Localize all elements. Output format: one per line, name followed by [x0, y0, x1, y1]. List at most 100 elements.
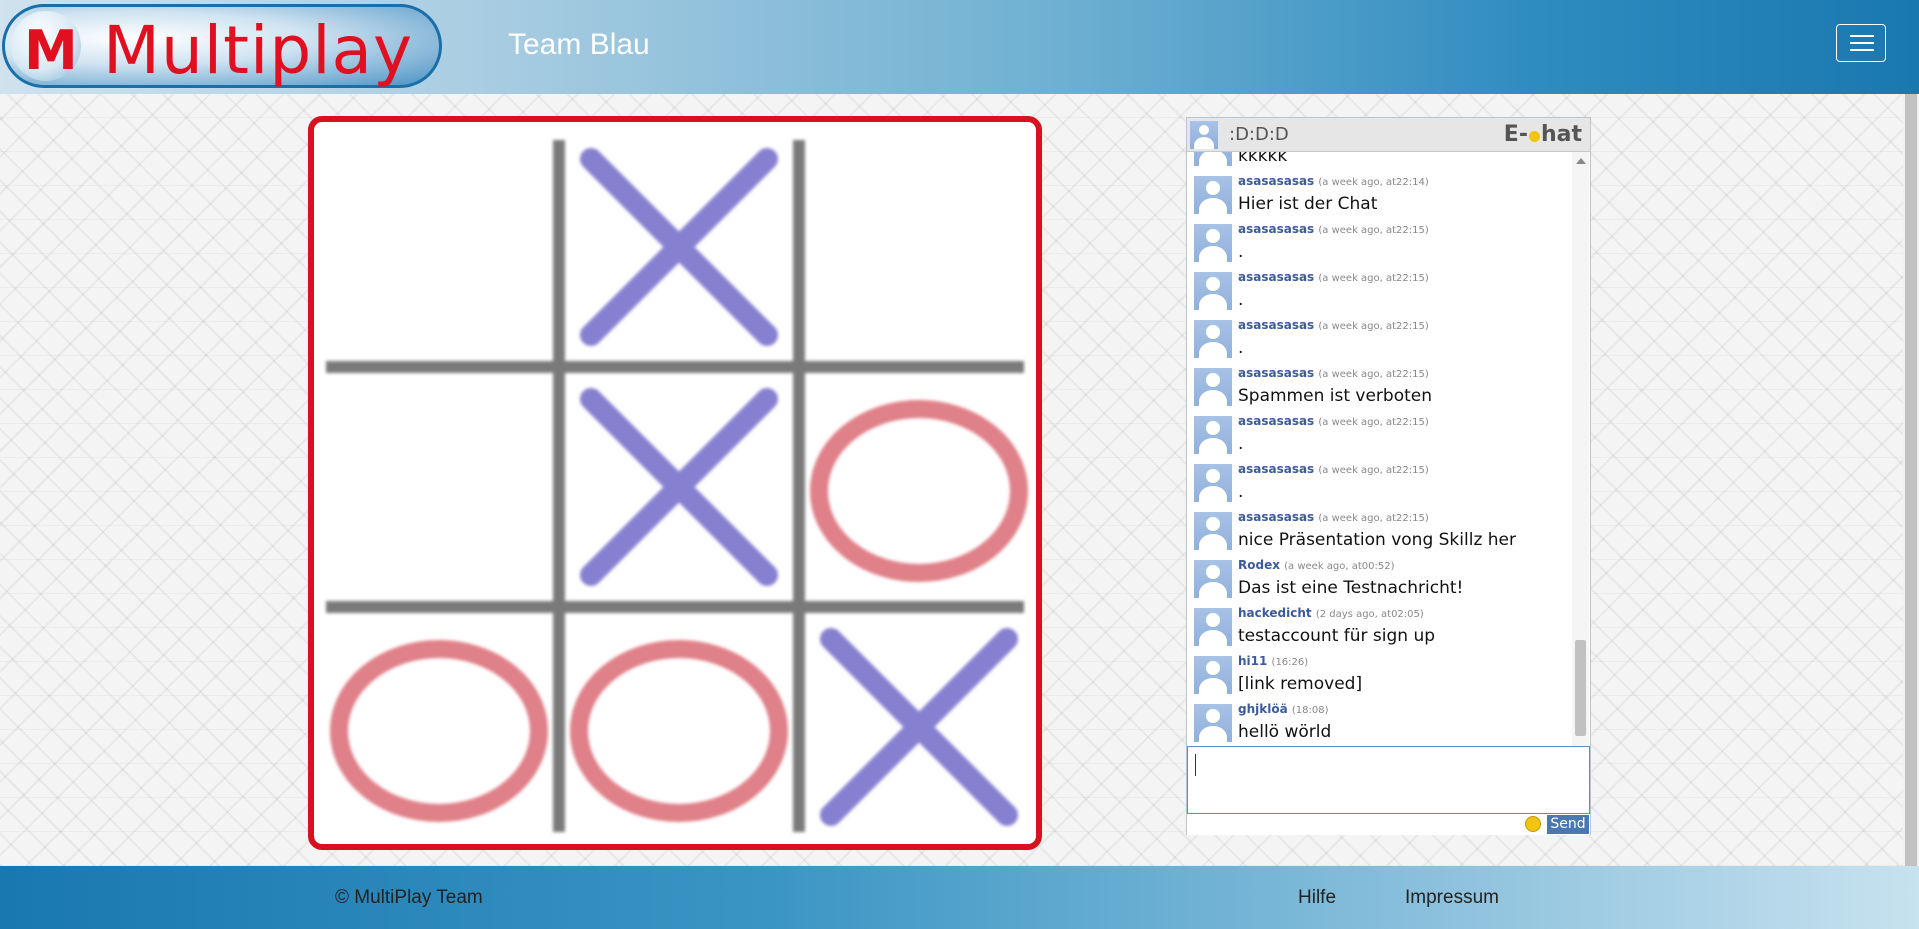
emoji-picker-icon[interactable] — [1525, 816, 1541, 832]
message-timestamp: (a week ago, at00:52) — [1284, 561, 1395, 572]
message-text: [link removed] — [1238, 674, 1363, 694]
message-author-name: asasasasas — [1238, 270, 1315, 284]
board-cell-5[interactable] — [558, 366, 798, 606]
message-timestamp: (a week ago, at22:15) — [1318, 321, 1429, 332]
chat-message: asasasasas (a week ago, at22:15) . — [1187, 412, 1571, 460]
message-text: nice Präsentation vong Skillz her — [1238, 530, 1516, 550]
message-author[interactable]: asasasasas (a week ago, at22:15) — [1238, 318, 1429, 332]
menu-bar-icon — [1850, 49, 1874, 51]
message-author-name: asasasasas — [1238, 510, 1315, 524]
message-text: kkkkk — [1238, 152, 1288, 166]
board-cell-2[interactable] — [558, 126, 798, 366]
board-cell-7[interactable] — [318, 606, 558, 846]
user-avatar — [1194, 272, 1232, 310]
echat-brand: E-hat — [1504, 122, 1582, 147]
user-avatar — [1194, 368, 1232, 406]
message-text: Hier ist der Chat — [1238, 194, 1378, 214]
chat-message: asasasasas (a week ago, at22:15) nice Pr… — [1187, 508, 1571, 556]
message-author-name: hackedicht — [1238, 606, 1312, 620]
menu-bar-icon — [1850, 42, 1874, 44]
chat-scroll-thumb[interactable] — [1575, 640, 1586, 736]
message-author-name: hi11 — [1238, 654, 1268, 668]
board-cell-6[interactable] — [798, 366, 1038, 606]
user-avatar — [1194, 224, 1232, 262]
send-button[interactable]: Send — [1547, 815, 1589, 834]
board-cell-9[interactable] — [798, 606, 1038, 846]
chat-message: ghjklöä (18:08) hellö wörld — [1187, 700, 1571, 748]
message-author-name: asasasasas — [1238, 318, 1315, 332]
echat-brand-prefix: E- — [1503, 122, 1528, 147]
page-scrollbar[interactable] — [1903, 94, 1919, 866]
menu-bar-icon — [1850, 35, 1874, 37]
chat-message: kkkkk — [1187, 152, 1571, 172]
user-avatar — [1194, 416, 1232, 454]
chat-footer: Send — [1187, 814, 1590, 835]
message-author-name: ghjklöä — [1238, 702, 1288, 716]
chat-panel: :D:D:D E-hat kkkkk asasasasas (a week ag… — [1186, 117, 1591, 835]
chat-message: asasasasas (a week ago, at22:15) . — [1187, 268, 1571, 316]
message-text: . — [1238, 242, 1244, 262]
message-text: Das ist eine Testnachricht! — [1238, 578, 1464, 598]
user-avatar — [1194, 656, 1232, 694]
chat-message: Rodex (a week ago, at00:52) Das ist eine… — [1187, 556, 1571, 604]
chat-message: asasasasas (a week ago, at22:15) Spammen… — [1187, 364, 1571, 412]
message-timestamp: (a week ago, at22:15) — [1318, 225, 1429, 236]
message-timestamp: (a week ago, at22:15) — [1318, 513, 1429, 524]
board-cell-1[interactable] — [318, 126, 558, 366]
message-timestamp: (a week ago, at22:15) — [1318, 417, 1429, 428]
header-bar: M Multiplay Team Blau — [0, 0, 1919, 94]
message-author[interactable]: asasasasas (a week ago, at22:15) — [1238, 510, 1429, 524]
message-text: Spammen ist verboten — [1238, 386, 1433, 406]
message-author[interactable]: asasasasas (a week ago, at22:15) — [1238, 414, 1429, 428]
board-cell-4[interactable] — [318, 366, 558, 606]
chat-message-input[interactable] — [1187, 746, 1590, 814]
logo-badge: M — [11, 11, 81, 81]
message-text: . — [1238, 482, 1244, 502]
echat-brand-suffix: hat — [1540, 122, 1582, 147]
message-author[interactable]: asasasasas (a week ago, at22:15) — [1238, 222, 1429, 236]
chat-message-list[interactable]: kkkkk asasasasas (a week ago, at22:14) H… — [1187, 152, 1571, 760]
message-author[interactable]: hi11 (16:26) — [1238, 654, 1308, 668]
message-author[interactable]: asasasasas (a week ago, at22:15) — [1238, 366, 1429, 380]
message-author-name: Rodex — [1238, 558, 1280, 572]
message-timestamp: (a week ago, at22:14) — [1318, 177, 1429, 188]
user-avatar — [1194, 464, 1232, 502]
scroll-up-arrow-icon[interactable] — [1576, 158, 1586, 164]
footer-copyright: © MultiPlay Team — [335, 887, 483, 908]
message-author[interactable]: asasasasas (a week ago, at22:15) — [1238, 462, 1429, 476]
chat-message: asasasasas (a week ago, at22:15) . — [1187, 316, 1571, 364]
smiley-dot-icon — [1528, 131, 1540, 142]
message-author-name: asasasasas — [1238, 366, 1315, 380]
message-timestamp: (2 days ago, at02:05) — [1315, 609, 1424, 620]
user-avatar — [1194, 704, 1232, 742]
current-user-name: :D:D:D — [1229, 124, 1289, 145]
multiplay-logo[interactable]: M Multiplay — [2, 4, 442, 89]
message-author[interactable]: Rodex (a week ago, at00:52) — [1238, 558, 1395, 572]
page-scroll-thumb[interactable] — [1905, 94, 1917, 866]
hamburger-menu-button[interactable] — [1836, 24, 1886, 62]
message-timestamp: (16:26) — [1271, 657, 1309, 668]
chat-message: asasasasas (a week ago, at22:15) . — [1187, 220, 1571, 268]
message-author[interactable]: asasasasas (a week ago, at22:14) — [1238, 174, 1429, 188]
user-avatar — [1194, 512, 1232, 550]
board-cell-3[interactable] — [798, 126, 1038, 366]
footer-link-impressum[interactable]: Impressum — [1405, 887, 1499, 909]
message-timestamp: (a week ago, at22:15) — [1318, 273, 1429, 284]
board-cell-8[interactable] — [558, 606, 798, 846]
chat-message: asasasasas (a week ago, at22:15) . — [1187, 460, 1571, 508]
message-author[interactable]: ghjklöä (18:08) — [1238, 702, 1329, 716]
message-author-name: asasasasas — [1238, 414, 1315, 428]
logo-letter: M — [24, 19, 78, 82]
message-author[interactable]: asasasasas (a week ago, at22:15) — [1238, 270, 1429, 284]
user-avatar — [1194, 176, 1232, 214]
message-timestamp: (a week ago, at22:15) — [1318, 465, 1429, 476]
text-caret — [1195, 754, 1196, 776]
footer-link-hilfe[interactable]: Hilfe — [1298, 887, 1336, 909]
message-author-name: asasasasas — [1238, 174, 1315, 188]
footer-bar: © MultiPlay Team Hilfe Impressum — [0, 866, 1919, 929]
chat-scrollbar[interactable] — [1572, 152, 1589, 760]
message-text: . — [1238, 290, 1244, 310]
message-text: testaccount für sign up — [1238, 626, 1436, 646]
message-author[interactable]: hackedicht (2 days ago, at02:05) — [1238, 606, 1424, 620]
message-author-name: asasasasas — [1238, 462, 1315, 476]
